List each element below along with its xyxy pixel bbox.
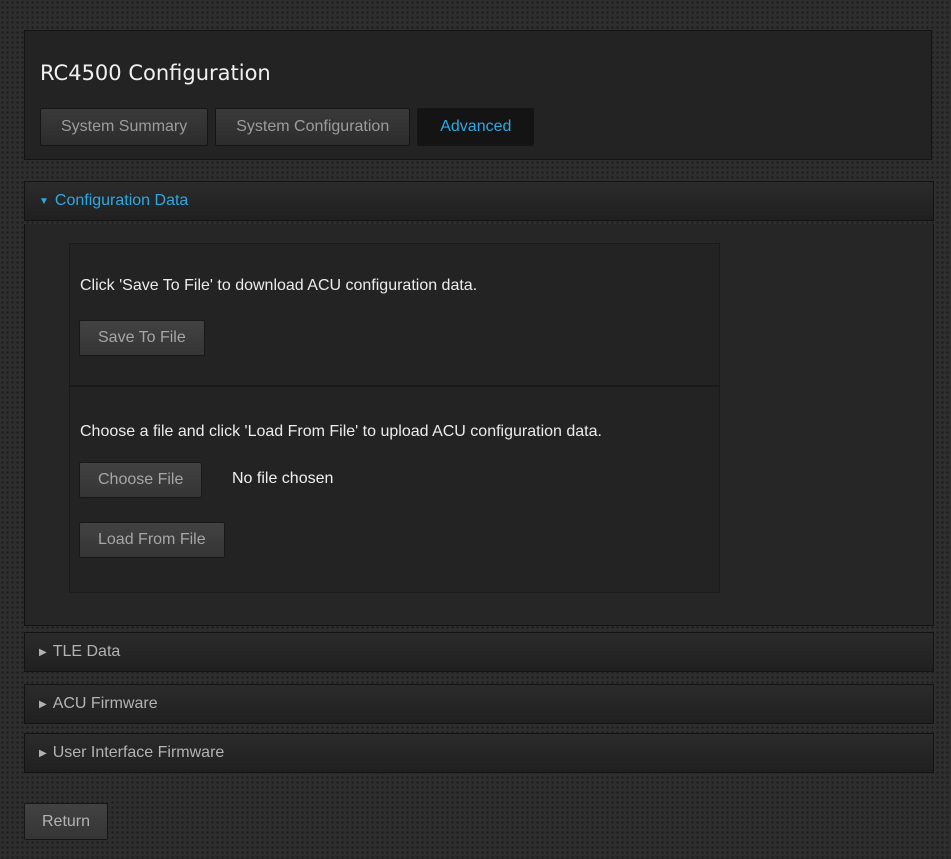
section-label: ACU Firmware [52, 695, 158, 712]
caret-down-icon: ▼ [39, 195, 49, 207]
configuration-data-panel: Click 'Save To File' to download ACU con… [24, 224, 934, 626]
tab-system-summary[interactable]: System Summary [40, 108, 209, 146]
tab-bar: System Summary System Configuration Adva… [40, 108, 541, 146]
tab-system-configuration[interactable]: System Configuration [215, 108, 411, 146]
caret-right-icon: ▶ [39, 698, 47, 710]
load-description: Choose a file and click 'Load From File'… [80, 423, 602, 440]
save-to-file-button[interactable]: Save To File [79, 320, 205, 356]
section-header-tle-data[interactable]: ▶ TLE Data [24, 632, 934, 672]
section-label: User Interface Firmware [52, 744, 225, 761]
load-from-file-button[interactable]: Load From File [79, 522, 225, 558]
caret-right-icon: ▶ [39, 747, 47, 759]
app-title: RC4500 Configuration [40, 61, 271, 85]
return-button[interactable]: Return [24, 803, 109, 840]
header-panel: RC4500 Configuration System Summary Syst… [24, 30, 932, 160]
tab-advanced[interactable]: Advanced [417, 108, 535, 146]
choose-file-button[interactable]: Choose File [79, 462, 203, 498]
file-status: No file chosen [232, 470, 334, 487]
section-header-user-interface-firmware[interactable]: ▶ User Interface Firmware [24, 733, 934, 773]
section-header-acu-firmware[interactable]: ▶ ACU Firmware [24, 684, 934, 724]
save-config-box: Click 'Save To File' to download ACU con… [69, 243, 720, 386]
section-header-configuration-data[interactable]: ▼ Configuration Data [24, 181, 934, 221]
load-config-box: Choose a file and click 'Load From File'… [69, 386, 720, 593]
save-description: Click 'Save To File' to download ACU con… [80, 277, 478, 294]
caret-right-icon: ▶ [39, 646, 47, 658]
section-label: TLE Data [52, 643, 121, 660]
section-label: Configuration Data [54, 192, 189, 209]
